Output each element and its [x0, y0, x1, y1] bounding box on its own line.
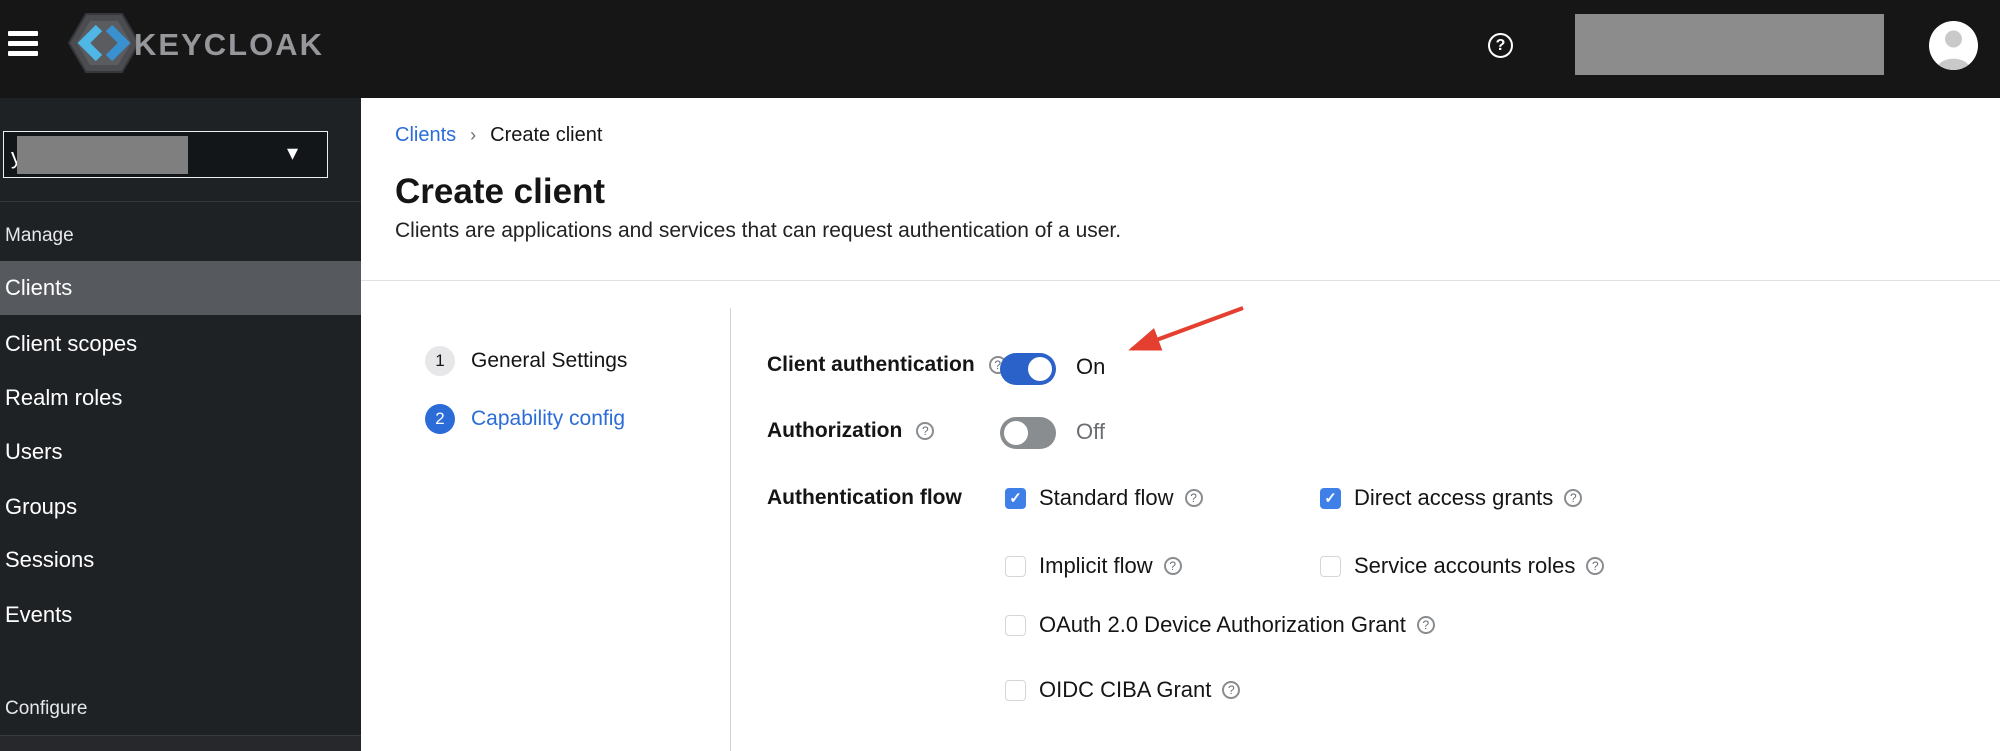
- redacted-realm-info[interactable]: [1575, 14, 1884, 75]
- sidebar-item-sessions[interactable]: Sessions: [0, 533, 361, 587]
- help-icon[interactable]: ?: [1564, 489, 1583, 507]
- wizard-form-divider: [730, 308, 731, 751]
- sidebar-item-groups[interactable]: Groups: [0, 480, 361, 534]
- authorization-label: Authorization ?: [767, 419, 935, 443]
- service-accounts-roles-checkbox[interactable]: [1320, 555, 1341, 577]
- page-title: Create client: [395, 172, 606, 211]
- brand-text: KEYCLOAK: [134, 27, 324, 62]
- option-service-accounts-roles: Service accounts roles ?: [1320, 553, 1605, 579]
- help-icon[interactable]: ?: [1222, 681, 1241, 699]
- sidebar-item-users[interactable]: Users: [0, 425, 361, 479]
- wizard-step-general-settings[interactable]: 1 General Settings: [425, 346, 627, 376]
- red-arrow-annotation: [1128, 306, 1244, 351]
- redacted-realm-name: [17, 136, 188, 174]
- client-authentication-state: On: [1076, 354, 1106, 379]
- sidebar-section-manage: Manage: [5, 225, 74, 246]
- keycloak-logo[interactable]: KEYCLOAK: [67, 10, 324, 80]
- breadcrumb-separator-icon: ›: [470, 125, 477, 145]
- masthead: KEYCLOAK ?: [0, 0, 2000, 98]
- help-icon[interactable]: ?: [1163, 557, 1182, 575]
- oidc-ciba-grant-checkbox[interactable]: [1005, 679, 1026, 701]
- nav-toggle-hamburger-icon[interactable]: [8, 29, 42, 57]
- client-authentication-toggle[interactable]: [1000, 353, 1056, 385]
- sidebar-item-realm-roles[interactable]: Realm roles: [0, 371, 361, 425]
- breadcrumb-clients-link[interactable]: Clients: [395, 124, 456, 147]
- user-avatar[interactable]: [1929, 21, 1978, 70]
- content-divider: [361, 280, 2000, 281]
- sidebar-item-clients[interactable]: Clients: [0, 261, 361, 315]
- implicit-flow-checkbox[interactable]: [1005, 555, 1026, 577]
- realm-selector[interactable]: y ▾: [3, 131, 328, 178]
- oauth-device-grant-checkbox[interactable]: [1005, 614, 1026, 636]
- page-subtitle: Clients are applications and services th…: [395, 219, 1122, 242]
- app-frame: KEYCLOAK ? y ▾ Manage Clients Client sco…: [0, 0, 2000, 751]
- option-oauth-device-grant: OAuth 2.0 Device Authorization Grant ?: [1005, 612, 1435, 638]
- option-standard-flow: ✓ Standard flow ?: [1005, 485, 1203, 511]
- authorization-toggle[interactable]: [1000, 417, 1056, 449]
- help-icon[interactable]: ?: [1488, 33, 1513, 58]
- sidebar-divider: [0, 201, 361, 202]
- option-direct-access-grants: ✓ Direct access grants ?: [1320, 485, 1583, 511]
- help-icon[interactable]: ?: [1184, 489, 1203, 507]
- client-authentication-label: Client authentication ?: [767, 353, 1007, 377]
- breadcrumb: Clients › Create client: [395, 124, 602, 147]
- help-icon[interactable]: ?: [916, 422, 935, 440]
- step-number-badge: 2: [425, 404, 455, 434]
- standard-flow-checkbox[interactable]: ✓: [1005, 487, 1026, 509]
- caret-down-icon[interactable]: ▾: [287, 140, 298, 166]
- sidebar-item-events[interactable]: Events: [0, 588, 361, 642]
- help-icon[interactable]: ?: [1586, 557, 1605, 575]
- wizard-step-capability-config[interactable]: 2 Capability config: [425, 404, 625, 434]
- step-number-badge: 1: [425, 346, 455, 376]
- option-implicit-flow: Implicit flow ?: [1005, 553, 1182, 579]
- authentication-flow-label: Authentication flow: [767, 486, 962, 509]
- help-icon[interactable]: ?: [1416, 616, 1435, 634]
- keycloak-hexagon-icon: [67, 11, 141, 80]
- sidebar-section-configure: Configure: [5, 698, 88, 719]
- sidebar-item-client-scopes[interactable]: Client scopes: [0, 317, 361, 371]
- authorization-state: Off: [1076, 419, 1105, 444]
- toggle-knob: [1004, 421, 1028, 445]
- option-oidc-ciba-grant: OIDC CIBA Grant ?: [1005, 677, 1241, 703]
- sidebar: y ▾ Manage Clients Client scopes Realm r…: [0, 98, 361, 751]
- breadcrumb-current: Create client: [490, 124, 603, 146]
- toggle-knob: [1028, 357, 1052, 381]
- sidebar-partial-item: [0, 736, 361, 751]
- direct-access-grants-checkbox[interactable]: ✓: [1320, 487, 1341, 509]
